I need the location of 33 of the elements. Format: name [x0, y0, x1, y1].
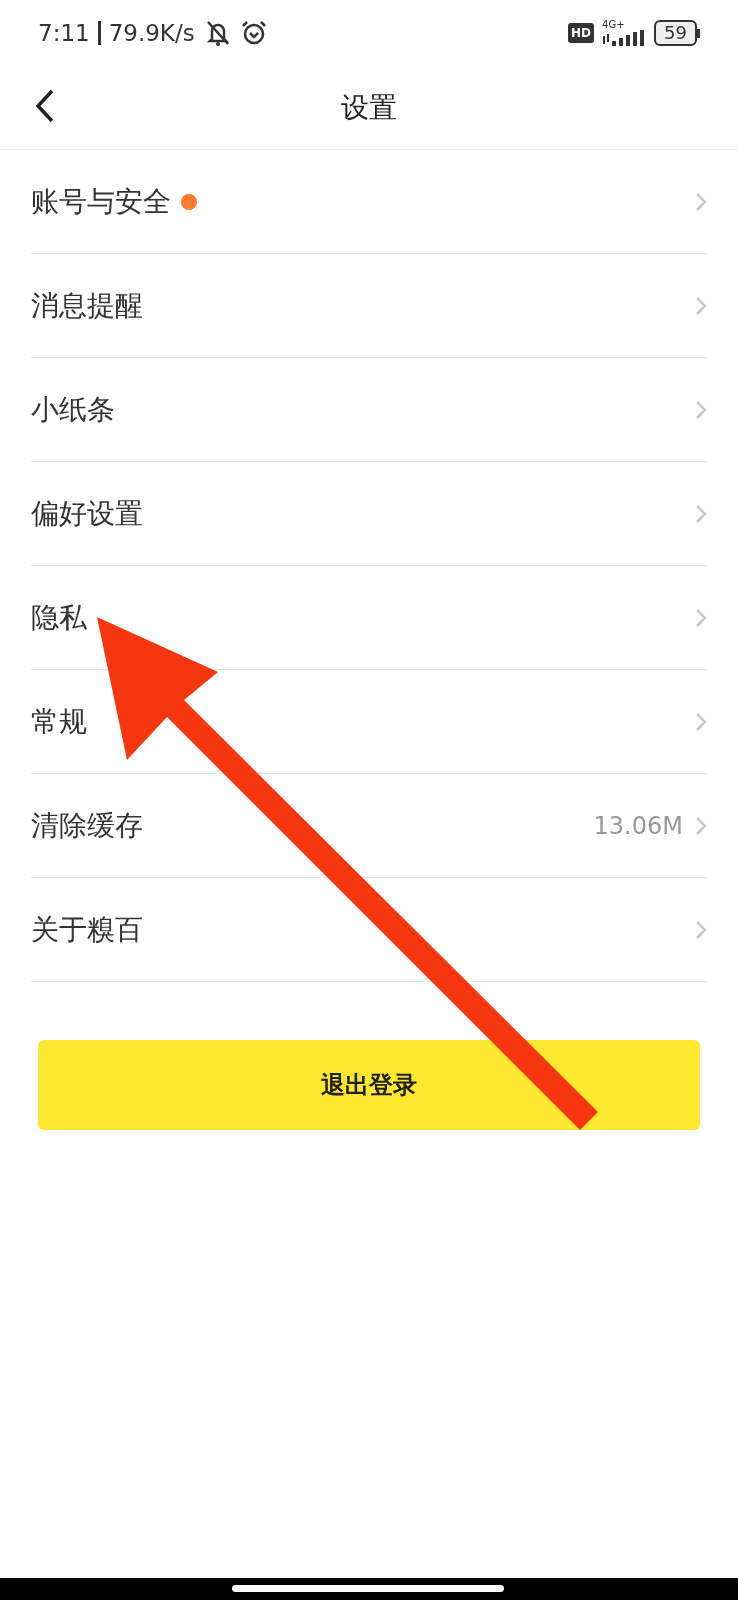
battery-level: 59 — [654, 20, 697, 46]
separator-bar — [97, 21, 101, 45]
item-label: 关于糗百 — [31, 911, 143, 948]
item-label: 常规 — [31, 703, 87, 740]
network-type: 4G+ — [602, 20, 625, 30]
settings-item[interactable]: 消息提醒 — [31, 254, 707, 358]
item-label: 小纸条 — [31, 391, 115, 428]
back-icon[interactable] — [34, 88, 56, 124]
chevron-icon — [695, 295, 707, 316]
item-label: 消息提醒 — [31, 287, 143, 324]
chevron-icon — [695, 607, 707, 628]
settings-item[interactable]: 偏好设置 — [31, 462, 707, 566]
item-label: 账号与安全 — [31, 183, 171, 220]
chevron-icon — [695, 191, 707, 212]
item-label: 隐私 — [31, 599, 87, 636]
battery-tip — [697, 28, 700, 38]
hd-badge: HD — [568, 23, 595, 43]
network-speed: 79.9K/s — [108, 18, 195, 48]
chevron-icon — [695, 711, 707, 732]
signal-icon — [602, 30, 647, 46]
clock-time: 7:11 — [38, 18, 90, 48]
settings-item[interactable]: 账号与安全 — [31, 150, 707, 254]
settings-item[interactable]: 小纸条 — [31, 358, 707, 462]
alarm-clock-icon — [240, 20, 267, 46]
chevron-icon — [695, 919, 707, 940]
chevron-icon — [695, 503, 707, 524]
chevron-icon — [695, 399, 707, 420]
chevron-icon — [695, 815, 707, 836]
logout-button[interactable]: 退出登录 — [38, 1040, 700, 1130]
cache-size: 13.06M — [593, 810, 683, 842]
item-label: 清除缓存 — [31, 807, 143, 844]
item-label: 偏好设置 — [31, 495, 143, 532]
page-title: 设置 — [341, 89, 397, 126]
